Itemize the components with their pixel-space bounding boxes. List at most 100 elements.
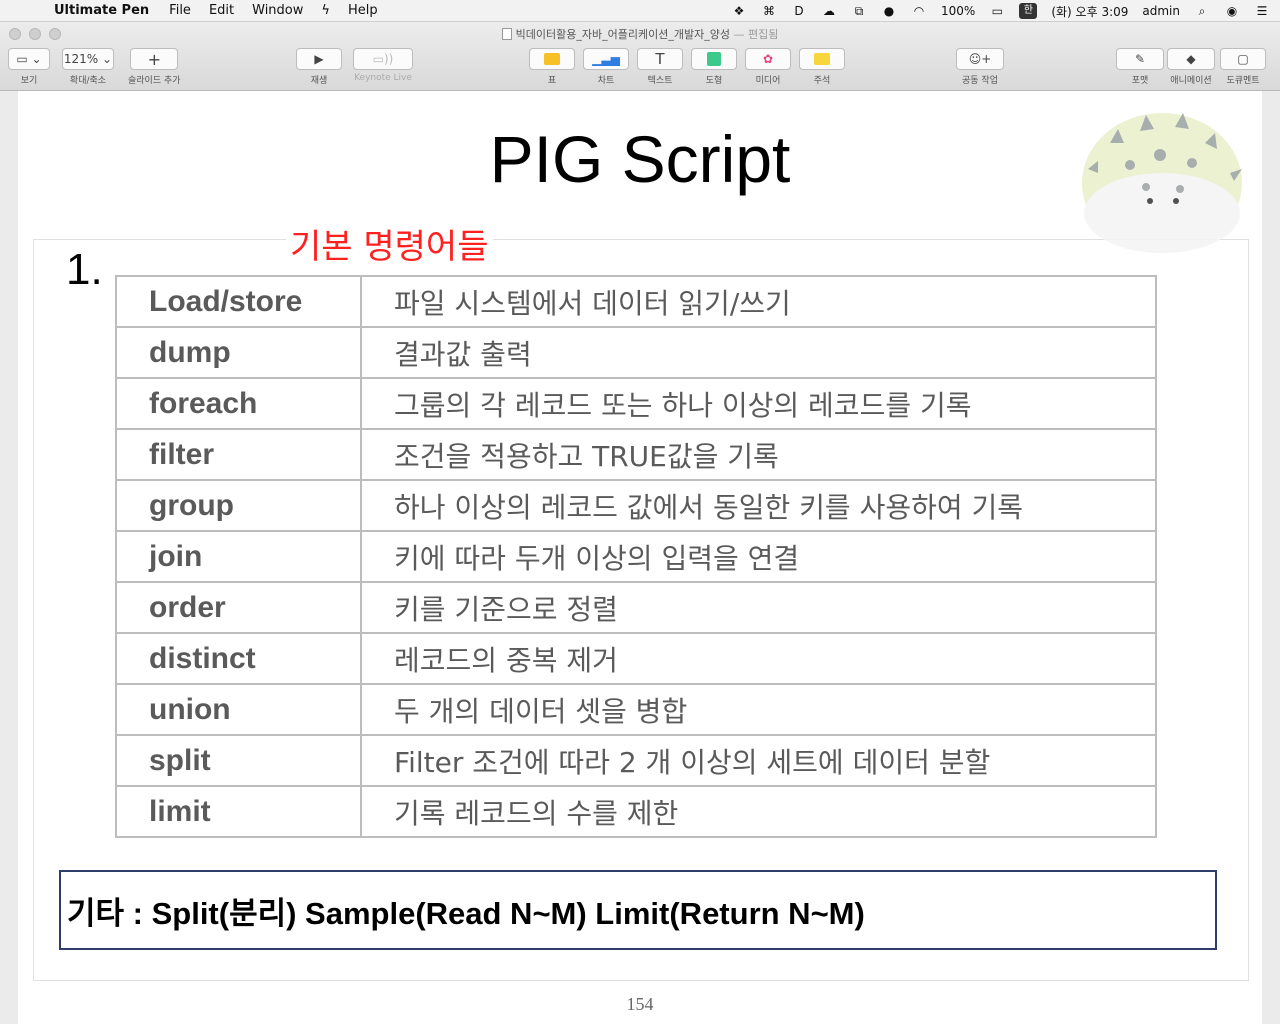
zoom-value: 121% [63, 52, 99, 66]
command-desc-cell: 결과값 출력 [360, 326, 1157, 379]
menubar-user[interactable]: admin [1142, 4, 1180, 18]
command-desc-cell: 키에 따라 두개 이상의 입력을 연결 [360, 530, 1157, 583]
command-name-cell: limit [115, 785, 362, 838]
command-name-cell: split [115, 734, 362, 787]
document-icon [501, 28, 512, 40]
canvas-margin-right [1262, 91, 1280, 1024]
input-method-indicator[interactable]: 한 [1019, 3, 1038, 19]
table-row: limit 기록 레코드의 수를 제한 [115, 785, 1157, 838]
command-table[interactable]: Load/store 파일 시스템에서 데이터 읽기/쓰기 dump 결과값 출… [115, 275, 1157, 838]
keynote-live-icon: ▭)) [353, 48, 413, 70]
menu-file[interactable]: File [169, 3, 191, 18]
command-desc-cell: 키를 기준으로 정렬 [360, 581, 1157, 634]
menu-window[interactable]: Window [252, 3, 303, 18]
chart-icon: ▁▃▅ [583, 48, 629, 70]
media-icon: ✿ [745, 48, 791, 70]
table-row: group 하나 이상의 레코드 값에서 동일한 키를 사용하여 기록 [115, 479, 1157, 532]
notification-center-icon[interactable]: ☰ [1254, 4, 1270, 18]
d-app-icon[interactable]: D [791, 4, 807, 18]
document-panel-icon: ▢ [1220, 48, 1266, 70]
copy-icon[interactable]: ⧉ [851, 4, 867, 18]
command-desc-cell: 그룹의 각 레코드 또는 하나 이상의 레코드를 기록 [360, 377, 1157, 430]
table-row: order 키를 기준으로 정렬 [115, 581, 1157, 634]
document-title[interactable]: 빅데이터활용_자바_어플리케이션_개발자_양성 — 편집됨 [0, 26, 1280, 42]
collaborate-icon: ☺+ [956, 48, 1004, 70]
slide[interactable]: PIG Script 기본 명령어들 1. Load/store 파일 시스템에… [18, 91, 1262, 1024]
notification-badge-icon[interactable]: ● [881, 4, 897, 18]
battery-icon[interactable]: ▭ [989, 4, 1005, 18]
chart-button[interactable]: ▁▃▅ 차트 [583, 48, 629, 86]
comment-button[interactable]: 주석 [799, 48, 845, 86]
table-row: dump 결과값 출력 [115, 326, 1157, 379]
table-row: foreach 그룹의 각 레코드 또는 하나 이상의 레코드를 기록 [115, 377, 1157, 430]
play-icon: ▶ [296, 48, 342, 70]
shape-icon [691, 48, 737, 70]
table-row: Load/store 파일 시스템에서 데이터 읽기/쓰기 [115, 275, 1157, 328]
menu-help[interactable]: Help [348, 3, 378, 18]
table-button[interactable]: 표 [529, 48, 575, 86]
script-menu-icon[interactable]: ϟ [321, 3, 330, 18]
view-button[interactable]: ▭ ⌄ 보기 [8, 48, 50, 86]
app-menu[interactable]: Ultimate Pen [54, 3, 149, 18]
dropbox-icon[interactable]: ❖ [731, 4, 747, 18]
sidebar-view-icon: ▭ ⌄ [8, 48, 50, 70]
command-name-cell: foreach [115, 377, 362, 430]
slide-subtitle[interactable]: 기본 명령어들 [286, 219, 493, 268]
slide-canvas[interactable]: PIG Script 기본 명령어들 1. Load/store 파일 시스템에… [0, 91, 1280, 1024]
shape-button[interactable]: 도형 [691, 48, 737, 86]
edited-status: — 편집됨 [733, 28, 779, 41]
command-desc-cell: 조건을 적용하고 TRUE값을 기록 [360, 428, 1157, 481]
menubar-clock[interactable]: (화) 오후 3:09 [1051, 3, 1128, 20]
command-desc-cell: 두 개의 데이터 셋을 병합 [360, 683, 1157, 736]
table-row: union 두 개의 데이터 셋을 병합 [115, 683, 1157, 736]
command-name-cell: group [115, 479, 362, 532]
section-number[interactable]: 1. [66, 245, 103, 295]
media-button[interactable]: ✿ 미디어 [745, 48, 791, 86]
format-brush-icon: ✎ [1116, 48, 1164, 70]
table-row: join 키에 따라 두개 이상의 입력을 연결 [115, 530, 1157, 583]
siri-icon[interactable]: ◉ [1224, 4, 1240, 18]
document-button[interactable]: ▢ 도큐멘트 [1220, 48, 1266, 86]
zoom-button[interactable]: 121% ⌄ 확대/축소 [62, 48, 114, 86]
table-row: split Filter 조건에 따라 2 개 이상의 세트에 데이터 분할 [115, 734, 1157, 787]
table-row: distinct 레코드의 중복 제거 [115, 632, 1157, 685]
comment-icon [799, 48, 845, 70]
cloud-icon[interactable]: ☁ [821, 4, 837, 18]
pig-mascot-image[interactable] [1080, 103, 1244, 255]
text-button[interactable]: T 텍스트 [637, 48, 683, 86]
wifi-icon[interactable]: ◠ [911, 4, 927, 18]
collaborate-button[interactable]: ☺+ 공동 작업 [956, 48, 1004, 86]
text-icon: T [637, 48, 683, 70]
command-name-cell: join [115, 530, 362, 583]
format-button[interactable]: ✎ 포맷 [1116, 48, 1164, 86]
status-area: ❖ ⌘ D ☁ ⧉ ● ◠ 100% ▭ 한 (화) 오후 3:09 admin… [731, 0, 1270, 22]
command-desc-cell: 하나 이상의 레코드 값에서 동일한 키를 사용하여 기록 [360, 479, 1157, 532]
note-text-box[interactable]: 기타 : Split(분리) Sample(Read N~M) Limit(Re… [59, 870, 1217, 950]
battery-percent: 100% [941, 4, 976, 18]
spotlight-search-icon[interactable]: ⌕ [1194, 4, 1210, 18]
command-name-cell: dump [115, 326, 362, 379]
page-number: 154 [626, 994, 654, 1014]
plus-icon: + [130, 48, 179, 70]
table-row: filter 조건을 적용하고 TRUE값을 기록 [115, 428, 1157, 481]
command-desc-cell: Filter 조건에 따라 2 개 이상의 세트에 데이터 분할 [360, 734, 1157, 787]
document-name: 빅데이터활용_자바_어플리케이션_개발자_양성 [515, 28, 730, 41]
keynote-live-button[interactable]: ▭)) Keynote Live [353, 48, 413, 83]
menu-bar: Ultimate Pen File Edit Window ϟ Help ❖ ⌘… [0, 0, 1280, 22]
animate-button[interactable]: ◆ 애니메이션 [1167, 48, 1215, 86]
play-button[interactable]: ▶ 재생 [296, 48, 342, 86]
command-name-cell: order [115, 581, 362, 634]
command-icon[interactable]: ⌘ [761, 4, 777, 18]
command-name-cell: distinct [115, 632, 362, 685]
menu-edit[interactable]: Edit [209, 3, 234, 18]
animate-icon: ◆ [1167, 48, 1215, 70]
command-desc-cell: 레코드의 중복 제거 [360, 632, 1157, 685]
table-icon [529, 48, 575, 70]
note-text: 기타 : Split(분리) Sample(Read N~M) Limit(Re… [67, 895, 865, 931]
add-slide-button[interactable]: + 슬라이드 추가 [128, 48, 181, 86]
slide-title[interactable]: PIG Script [18, 121, 1262, 197]
command-desc-cell: 파일 시스템에서 데이터 읽기/쓰기 [360, 275, 1157, 328]
command-desc-cell: 기록 레코드의 수를 제한 [360, 785, 1157, 838]
command-name-cell: Load/store [115, 275, 362, 328]
command-name-cell: union [115, 683, 362, 736]
